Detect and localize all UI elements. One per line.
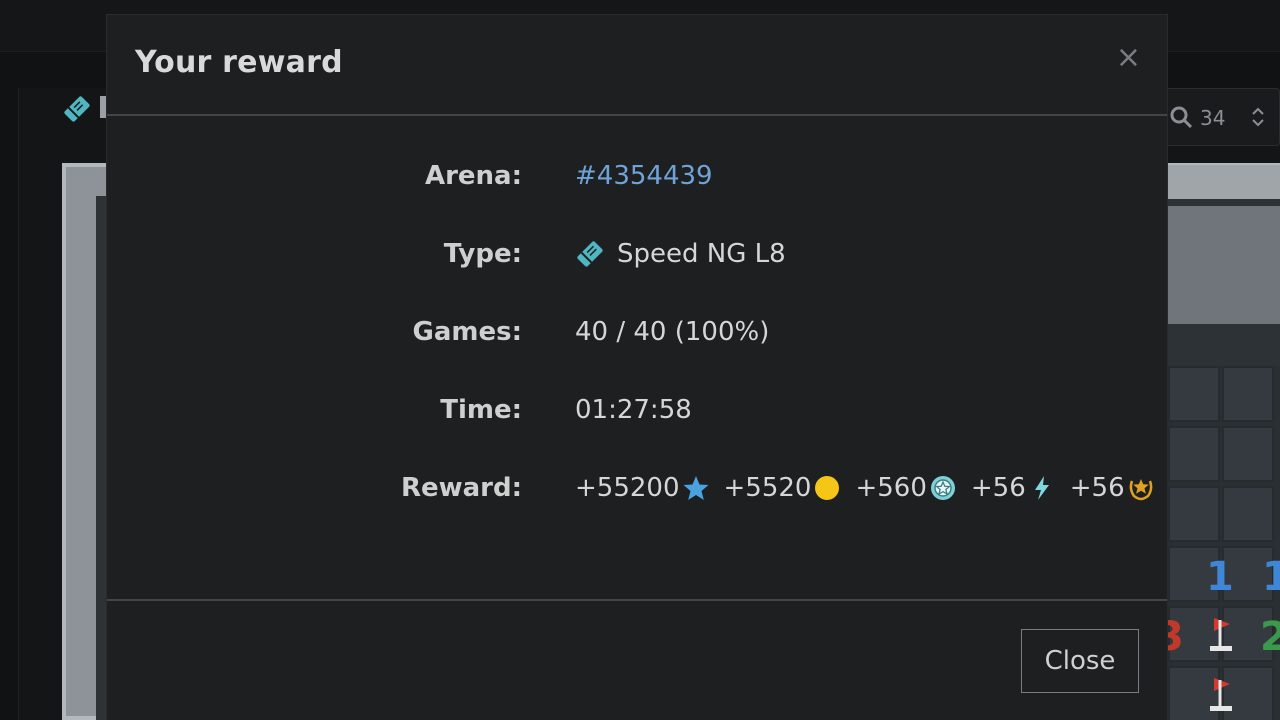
ticket-icon xyxy=(64,96,90,122)
reward-coins-amount: +5520 xyxy=(723,473,812,503)
lightning-icon xyxy=(1034,476,1049,500)
close-icon[interactable]: × xyxy=(1116,43,1141,73)
gem-badge-icon xyxy=(930,476,955,500)
games-label: Games: xyxy=(412,317,522,347)
type-label: Type: xyxy=(443,239,522,269)
reward-row: Reward: +55200 +5520 +560 +56 +56 xyxy=(107,468,1167,508)
board-area xyxy=(1168,206,1280,324)
reward-rating-amount: +56 xyxy=(1069,473,1125,503)
reward-stars-amount: +55200 xyxy=(575,473,680,503)
board-cell[interactable] xyxy=(1222,486,1274,542)
board-cell[interactable] xyxy=(1222,366,1274,422)
reward-coins: +5520 xyxy=(724,468,842,508)
board-number: 1 xyxy=(1262,554,1280,600)
board-cell[interactable] xyxy=(1168,426,1220,482)
time-row: Time: 01:27:58 xyxy=(107,390,1167,430)
time-label: Time: xyxy=(440,395,522,425)
games-row: Games: 40 / 40 (100%) xyxy=(107,312,1167,352)
star-icon xyxy=(683,476,708,500)
reward-dialog: Your reward × Arena: #4354439 Type: Spee… xyxy=(106,14,1168,720)
games-value: 40 / 40 (100%) xyxy=(575,317,770,347)
type-row: Type: Speed NG L8 xyxy=(107,234,1167,274)
flag-icon xyxy=(1210,678,1232,711)
type-text: Speed NG L8 xyxy=(617,239,786,269)
reward-gems-amount: +560 xyxy=(855,473,927,503)
arena-row: Arena: #4354439 xyxy=(107,156,1167,196)
stepper-arrows-icon[interactable] xyxy=(1250,106,1266,128)
board-cell[interactable] xyxy=(1168,366,1220,422)
reward-rating: +56 xyxy=(1070,468,1155,508)
reward-energy: +56 xyxy=(971,468,1056,508)
reward-gems: +560 xyxy=(855,468,956,508)
arena-link[interactable]: #4354439 xyxy=(575,156,713,196)
flag-icon xyxy=(1210,618,1232,651)
coin-icon xyxy=(815,476,840,500)
dialog-title: Your reward xyxy=(135,45,343,80)
dialog-header: Your reward × xyxy=(107,15,1167,116)
board-header-strip xyxy=(1168,165,1280,199)
arena-label: Arena: xyxy=(424,161,522,191)
zoom-value: 34 xyxy=(1200,106,1226,130)
reward-values: +55200 +5520 +560 +56 +56 xyxy=(575,468,1169,508)
laurel-star-icon xyxy=(1129,479,1152,501)
type-value: Speed NG L8 xyxy=(575,234,786,274)
board-number: 1 xyxy=(1206,554,1234,600)
reward-stars: +55200 xyxy=(575,468,710,508)
ticket-icon xyxy=(577,241,603,267)
time-value: 01:27:58 xyxy=(575,395,692,425)
close-button[interactable]: Close xyxy=(1021,629,1139,693)
reward-energy-amount: +56 xyxy=(970,473,1026,503)
reward-label: Reward: xyxy=(400,473,522,503)
board-cell[interactable] xyxy=(1222,426,1274,482)
magnifier-icon xyxy=(1170,106,1193,129)
arena-value: #4354439 xyxy=(575,156,713,196)
board-number: 2 xyxy=(1260,614,1280,660)
dialog-footer: Close xyxy=(107,599,1167,720)
board-cell[interactable] xyxy=(1168,486,1220,542)
